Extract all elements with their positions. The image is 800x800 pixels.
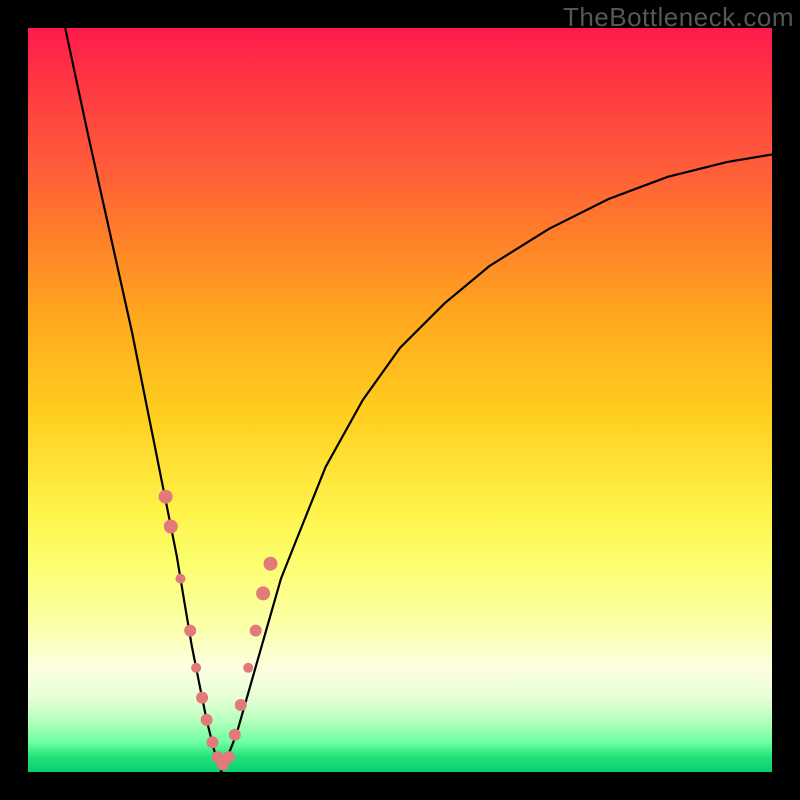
curve-right-branch	[221, 155, 772, 773]
data-marker	[229, 729, 241, 741]
data-marker	[235, 699, 247, 711]
data-marker	[223, 751, 235, 763]
data-marker	[243, 663, 253, 673]
data-marker	[201, 714, 213, 726]
data-marker	[184, 625, 196, 637]
data-marker	[250, 625, 262, 637]
watermark-text: TheBottleneck.com	[563, 2, 794, 33]
data-marker	[264, 557, 278, 571]
data-marker	[196, 692, 208, 704]
data-marker	[256, 586, 270, 600]
plot-area	[28, 28, 772, 772]
curve-layer	[28, 28, 772, 772]
data-marker	[159, 490, 173, 504]
data-marker	[207, 736, 219, 748]
data-marker	[191, 663, 201, 673]
curve-left-branch	[65, 28, 221, 772]
marker-group	[159, 490, 278, 771]
data-marker	[164, 520, 178, 534]
data-marker	[176, 574, 186, 584]
chart-frame: TheBottleneck.com	[0, 0, 800, 800]
